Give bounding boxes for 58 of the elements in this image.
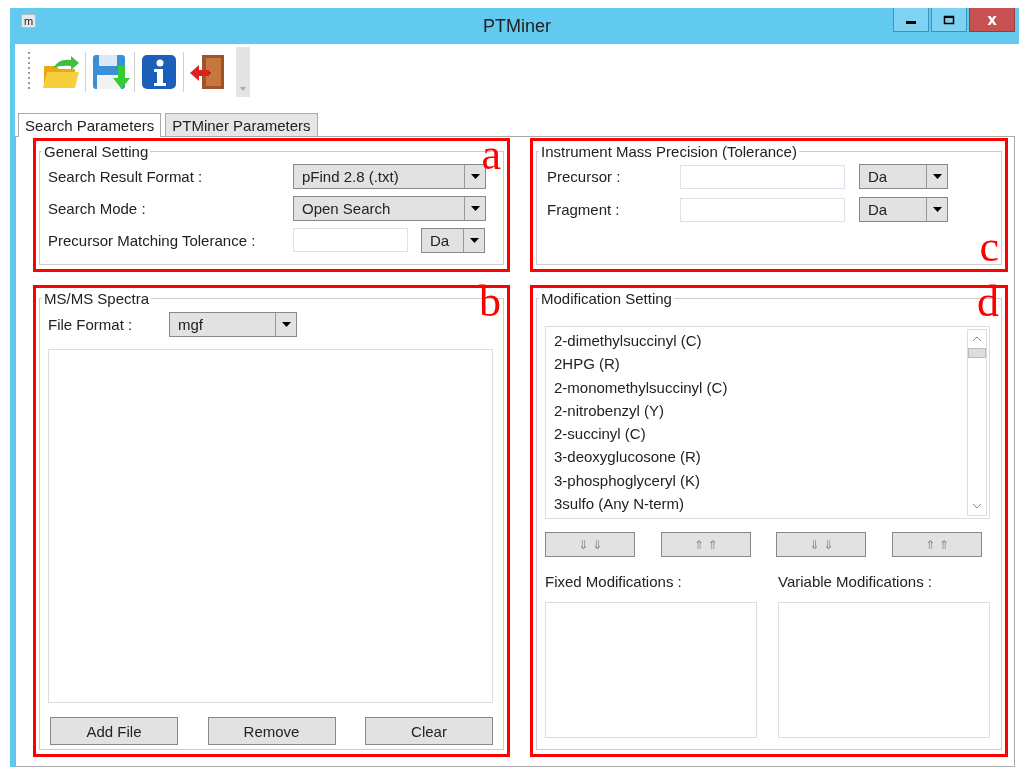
field-label: Variable Modifications : bbox=[778, 573, 933, 590]
dropdown[interactable]: Da bbox=[421, 227, 485, 253]
input-field[interactable] bbox=[680, 197, 845, 222]
group-title: Instrument Mass Precision (Tolerance) bbox=[540, 143, 798, 160]
list-item[interactable]: 2HPG (R) bbox=[554, 352, 967, 376]
field-label: Precursor : bbox=[546, 168, 622, 185]
scrollbar[interactable] bbox=[967, 329, 987, 516]
field-label: Search Result Format : bbox=[48, 167, 204, 185]
input-field[interactable] bbox=[293, 228, 408, 252]
overflow-caret-icon bbox=[239, 85, 247, 93]
input-field[interactable] bbox=[680, 164, 845, 189]
close-button[interactable]: x bbox=[969, 8, 1015, 32]
button[interactable]: Clear bbox=[365, 717, 493, 745]
dropdown-arrow-icon bbox=[470, 173, 480, 179]
group-title: General Setting bbox=[43, 143, 150, 160]
variable-modification-list[interactable] bbox=[778, 602, 990, 738]
list-item[interactable]: 2-nitrobenzyl (Y) bbox=[554, 398, 967, 423]
floppy-disk-icon bbox=[90, 52, 130, 92]
list-item[interactable]: 2-dimethylsuccinyl (C) bbox=[554, 329, 967, 353]
dropdown[interactable]: Da bbox=[859, 197, 948, 222]
list-item[interactable]: 3-phosphoglyceryl (K) bbox=[554, 468, 967, 493]
dropdown-arrow-icon bbox=[932, 207, 942, 212]
app-icon: m bbox=[21, 14, 37, 28]
field-label: Fixed Modifications : bbox=[545, 573, 683, 590]
scroll-up-icon[interactable] bbox=[972, 336, 982, 342]
maximize-icon bbox=[943, 14, 955, 25]
dropdown[interactable]: Da bbox=[859, 164, 948, 189]
list-item[interactable]: 2-succinyl (C) bbox=[554, 422, 967, 446]
scroll-thumb[interactable] bbox=[968, 348, 986, 358]
dropdown-arrow-icon bbox=[470, 205, 480, 211]
field-label: File Format : bbox=[48, 315, 134, 333]
list-item[interactable]: 2-monomethylsuccinyl (C) bbox=[554, 375, 967, 399]
dropdown-arrow-icon bbox=[932, 174, 942, 179]
minimize-button[interactable] bbox=[893, 8, 929, 32]
tab[interactable]: PTMiner Parameters bbox=[165, 113, 318, 136]
dropdown[interactable]: mgf bbox=[169, 311, 297, 337]
list-item[interactable]: 3sulfo (Any N-term) bbox=[554, 492, 967, 516]
tab[interactable]: Search Parameters bbox=[18, 113, 162, 137]
minimize-icon bbox=[906, 21, 916, 24]
modification-list[interactable]: 2-dimethylsuccinyl (C) 2HPG (R) 2-monomethylsuccinyl (C) 2-nitrobenzyl (Y) 2-succinyl (C) 3-deoxyglucosone (R) 3-phosphoglyceryl (K) 3sulfo (Any N-term) bbox=[545, 326, 990, 519]
list-item[interactable]: 3-deoxyglucosone (R) bbox=[554, 445, 967, 469]
button[interactable]: Add File bbox=[50, 717, 178, 745]
info-icon bbox=[139, 52, 179, 92]
field-label: Search Mode : bbox=[48, 199, 147, 217]
dropdown[interactable]: Open Search bbox=[293, 195, 486, 221]
annotation-letter: c bbox=[979, 225, 999, 269]
dropdown-arrow-icon bbox=[469, 237, 479, 243]
group-title: MS/MS Spectra bbox=[43, 290, 151, 307]
scroll-down-icon[interactable] bbox=[972, 503, 982, 509]
field-label: Fragment : bbox=[546, 201, 621, 218]
file-list[interactable] bbox=[48, 349, 493, 703]
dropdown-arrow-icon bbox=[281, 321, 291, 327]
button[interactable]: Remove bbox=[207, 717, 336, 745]
maximize-button[interactable] bbox=[931, 8, 967, 32]
field-label: Precursor Matching Tolerance : bbox=[48, 231, 257, 249]
window-title: PTMiner bbox=[483, 16, 551, 37]
fixed-modification-list[interactable] bbox=[545, 602, 757, 738]
group-title: Modification Setting bbox=[540, 290, 673, 307]
